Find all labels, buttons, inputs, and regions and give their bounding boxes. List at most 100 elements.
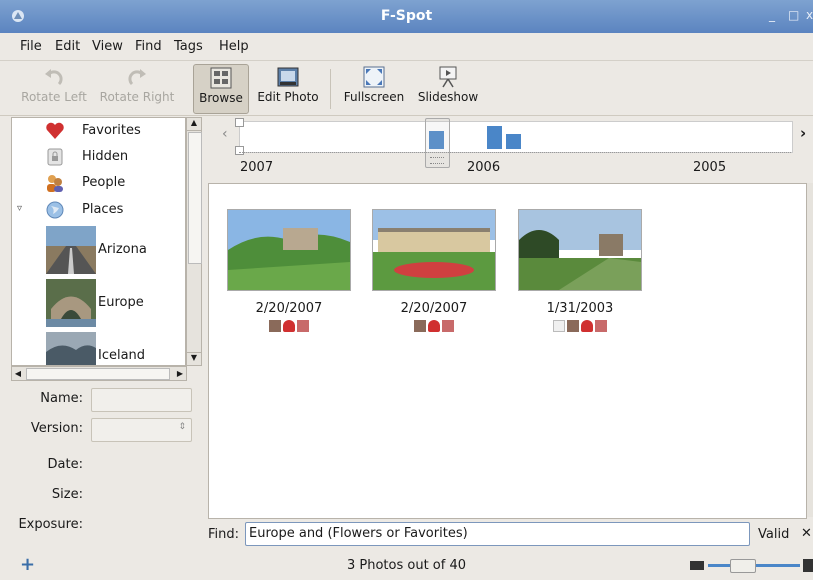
expander-down-icon[interactable]: ▿	[17, 203, 22, 214]
slideshow-button[interactable]: Slideshow	[415, 64, 481, 112]
photo-thumbnail[interactable]	[518, 209, 642, 291]
spinner-icon: ⇕	[178, 422, 186, 432]
scroll-up-icon[interactable]: ▲	[187, 118, 201, 131]
clear-find-button[interactable]: ✕	[801, 526, 812, 541]
timeline-scroll-left[interactable]: ‹	[222, 126, 228, 142]
menu-view[interactable]: View	[92, 39, 123, 54]
heart-tag-icon	[283, 319, 295, 332]
menu-help[interactable]: Help	[219, 39, 249, 54]
exposure-label: Exposure:	[18, 517, 83, 532]
tag-label: Iceland	[98, 348, 146, 363]
tag-label: People	[82, 175, 126, 190]
close-button[interactable]: x	[806, 8, 813, 22]
slideshow-icon	[439, 66, 457, 88]
maximize-button[interactable]: □	[788, 8, 799, 22]
globe-icon	[46, 201, 64, 219]
rotate-right-label: Rotate Right	[99, 90, 175, 104]
timeline[interactable]: ‹ › 2007 2006 2005	[216, 116, 812, 178]
find-input[interactable]: Europe and (Flowers or Favorites)	[245, 522, 750, 546]
tag-europe[interactable]: Europe	[12, 279, 185, 331]
size-label: Size:	[51, 487, 83, 502]
timeline-bar	[506, 134, 521, 149]
people-tag-icon	[269, 319, 281, 332]
status-bar: + 3 Photos out of 40	[0, 552, 813, 580]
timeline-year: 2005	[693, 160, 727, 175]
browse-button[interactable]: Browse	[193, 64, 249, 114]
find-status: Valid	[758, 527, 790, 542]
menu-tags[interactable]: Tags	[174, 39, 203, 54]
lock-icon	[47, 148, 63, 166]
tag-hidden[interactable]: Hidden	[12, 144, 185, 170]
fullscreen-icon	[363, 66, 385, 88]
timeline-year: 2006	[467, 160, 501, 175]
people-tag-icon	[567, 319, 579, 332]
browser-vertical-scrollbar[interactable]	[806, 183, 813, 517]
flowers-tag-icon	[297, 319, 309, 332]
scroll-thumb[interactable]	[188, 132, 202, 264]
heart-tag-icon	[428, 319, 440, 332]
timeline-bar	[487, 126, 502, 149]
minimize-button[interactable]: _	[769, 8, 775, 22]
heart-tag-icon	[581, 319, 593, 332]
photo-date: 2/20/2007	[400, 301, 468, 316]
scroll-down-icon[interactable]: ▼	[187, 352, 201, 365]
tag-iceland[interactable]: Iceland	[12, 332, 185, 365]
photo-thumbnail[interactable]	[372, 209, 496, 291]
toolbar-separator	[330, 69, 331, 109]
europe-thumbnail	[46, 279, 96, 327]
timeline-year: 2007	[240, 160, 274, 175]
name-field[interactable]	[91, 388, 192, 412]
heart-icon	[46, 122, 64, 139]
tag-label: Favorites	[82, 123, 141, 138]
fullscreen-label: Fullscreen	[343, 90, 405, 104]
scroll-thumb[interactable]	[26, 368, 170, 380]
arizona-thumbnail	[46, 226, 96, 274]
toolbar: Rotate Left Rotate Right Browse Edit Pho…	[0, 61, 813, 116]
browse-icon	[210, 67, 232, 89]
photo-tags	[227, 318, 351, 332]
scroll-right-icon[interactable]: ▶	[174, 367, 186, 380]
menu-edit[interactable]: Edit	[55, 39, 80, 54]
rotate-left-icon	[45, 69, 63, 86]
tag-people[interactable]: People	[12, 170, 185, 196]
photo-tags	[372, 318, 496, 332]
tag-arizona[interactable]: Arizona	[12, 226, 185, 278]
zoom-out-icon[interactable]	[690, 561, 704, 570]
rotate-left-button[interactable]: Rotate Left	[18, 64, 90, 112]
rotate-right-icon	[128, 69, 146, 86]
iceland-thumbnail	[46, 332, 96, 365]
photo-date: 1/31/2003	[546, 301, 614, 316]
photo-browser[interactable]: 2/20/2007 2/20/2007 1/31/2003	[208, 183, 807, 519]
browse-label: Browse	[199, 91, 243, 105]
edit-photo-button[interactable]: Edit Photo	[253, 64, 323, 112]
tag-tree-horizontal-scrollbar[interactable]: ◀ ▶	[11, 366, 187, 381]
tag-label: Hidden	[82, 149, 129, 164]
timeline-scroll-right[interactable]: ›	[800, 124, 806, 142]
edit-photo-icon	[277, 67, 299, 87]
photo-item[interactable]: 1/31/2003	[518, 209, 642, 332]
zoom-in-icon[interactable]	[803, 559, 813, 572]
menu-file[interactable]: File	[20, 39, 42, 54]
version-select[interactable]: ⇕	[91, 418, 192, 442]
tag-favorites[interactable]: Favorites	[12, 118, 185, 144]
timeline-glass[interactable]	[425, 118, 450, 168]
fullscreen-button[interactable]: Fullscreen	[340, 64, 408, 112]
photo-item[interactable]: 2/20/2007	[227, 209, 351, 332]
tag-tree-vertical-scrollbar[interactable]: ▲ ▼	[186, 117, 202, 366]
find-bar: Find: Europe and (Flowers or Favorites) …	[208, 522, 813, 548]
scroll-left-icon[interactable]: ◀	[12, 367, 24, 380]
photo-thumbnail[interactable]	[227, 209, 351, 291]
date-label: Date:	[47, 457, 83, 472]
version-label: Version:	[30, 421, 83, 436]
timeline-handle[interactable]	[235, 118, 244, 127]
menu-find[interactable]: Find	[135, 39, 162, 54]
flowers-tag-icon	[442, 319, 454, 332]
rotate-right-button[interactable]: Rotate Right	[96, 64, 178, 112]
tag-places[interactable]: ▿ Places	[12, 197, 185, 223]
title-bar: F-Spot _ □ x	[0, 0, 813, 33]
zoom-slider-thumb[interactable]	[730, 559, 756, 573]
tag-label: Arizona	[98, 242, 147, 257]
people-tag-icon	[414, 319, 426, 332]
window-title: F-Spot	[380, 8, 433, 24]
photo-item[interactable]: 2/20/2007	[372, 209, 496, 332]
